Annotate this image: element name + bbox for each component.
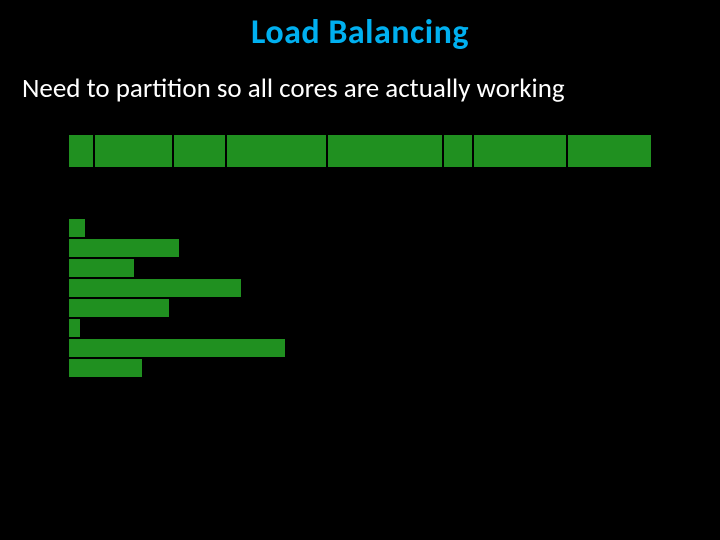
top-segment bbox=[327, 134, 444, 168]
workload-bar bbox=[68, 218, 86, 238]
top-segment bbox=[94, 134, 173, 168]
bar-row bbox=[68, 278, 652, 298]
bar-row bbox=[68, 298, 652, 318]
top-segment bbox=[226, 134, 327, 168]
bar-row bbox=[68, 238, 652, 258]
slide-title: Load Balancing bbox=[0, 12, 720, 53]
slide-load-balancing: Load Balancing Need to partition so all … bbox=[0, 0, 720, 540]
bar-row bbox=[68, 258, 652, 278]
bar-row bbox=[68, 338, 652, 358]
workload-bar bbox=[68, 298, 170, 318]
bar-row bbox=[68, 358, 652, 378]
slide-subtitle: Need to partition so all cores are actua… bbox=[22, 72, 565, 105]
workload-bar bbox=[68, 338, 286, 358]
top-segment bbox=[567, 134, 652, 168]
workload-bar bbox=[68, 238, 180, 258]
top-segment bbox=[173, 134, 226, 168]
workload-bar bbox=[68, 318, 81, 338]
workload-bar bbox=[68, 358, 143, 378]
workload-bar bbox=[68, 258, 135, 278]
bar-row bbox=[68, 218, 652, 238]
top-segment bbox=[443, 134, 473, 168]
top-segment bbox=[473, 134, 566, 168]
top-segment bbox=[68, 134, 94, 168]
bar-row bbox=[68, 318, 652, 338]
top-partition-row bbox=[68, 134, 652, 168]
workload-bar bbox=[68, 278, 242, 298]
stacked-bars bbox=[68, 218, 652, 378]
